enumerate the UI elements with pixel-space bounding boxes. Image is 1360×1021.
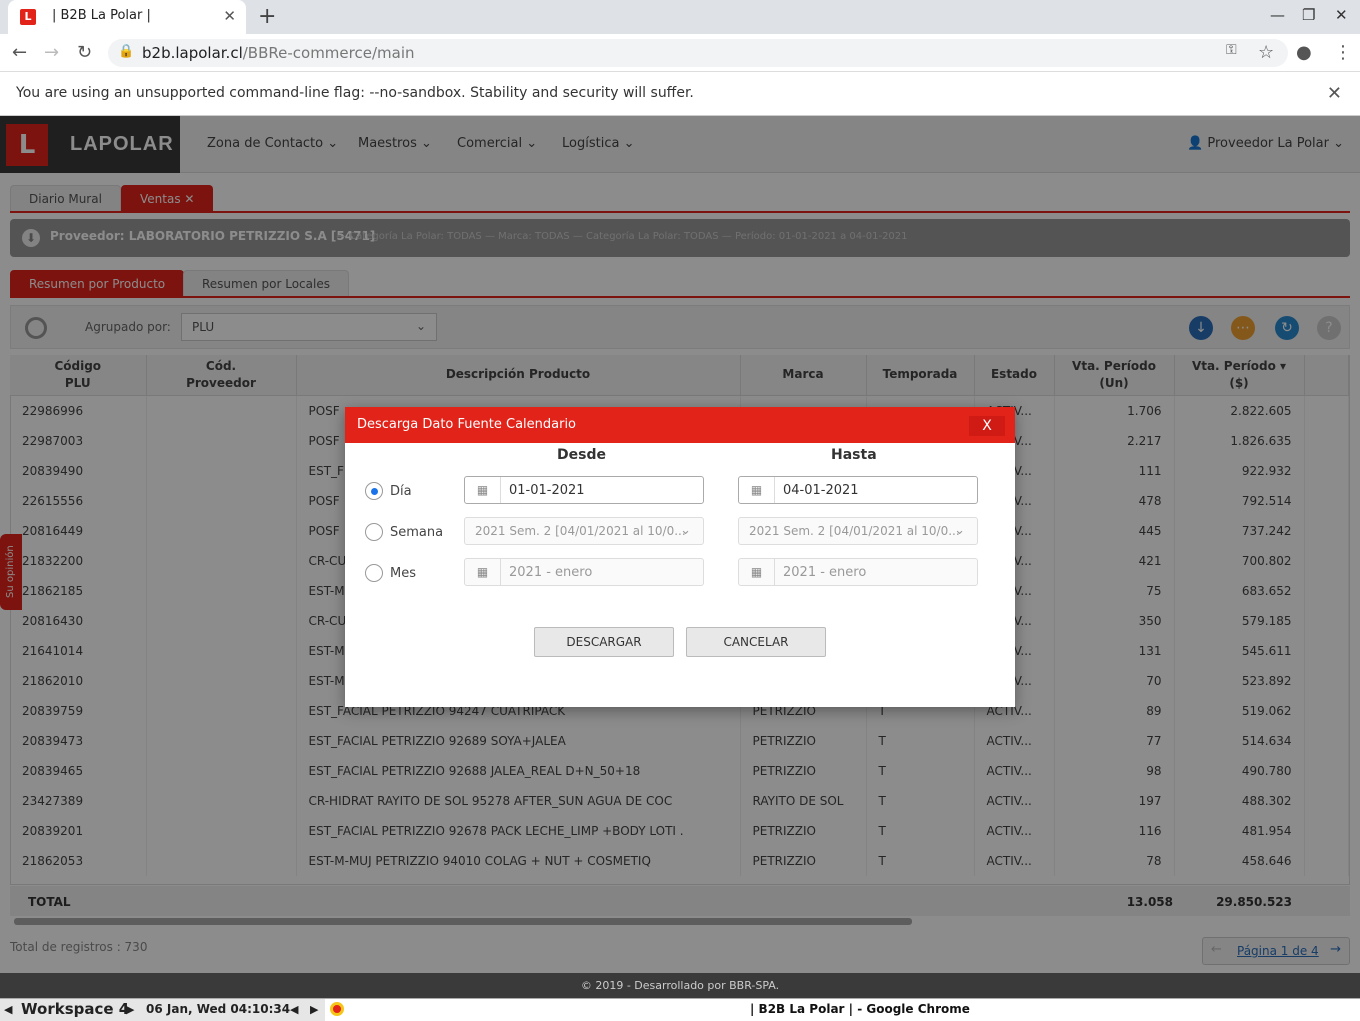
month-from-field[interactable]: ▦ 2021 - enero xyxy=(464,558,704,586)
omnibox[interactable]: 🔒 b2b.lapolar.cl/BBRe-commerce/main xyxy=(108,39,1288,67)
workspace-switcher[interactable]: ◀ Workspace 4 ▶ 06 Jan, Wed 04:10:34 ◀ ▶ xyxy=(0,999,325,1021)
calendar-icon[interactable]: ▦ xyxy=(465,559,501,585)
calendar-icon[interactable]: ▦ xyxy=(739,559,775,585)
clock: 06 Jan, Wed 04:10:34 xyxy=(146,1002,291,1016)
dialog-close-button[interactable]: X xyxy=(969,416,1005,436)
radio-mes[interactable] xyxy=(365,564,383,582)
hasta-heading: Hasta xyxy=(831,447,877,463)
restore-icon[interactable]: ❐ xyxy=(1302,6,1315,24)
tab-title: | B2B La Polar | xyxy=(52,8,151,23)
day-from-field[interactable]: ▦ 01-01-2021 xyxy=(464,476,704,504)
close-window-icon[interactable]: ✕ xyxy=(1335,6,1348,24)
profile-icon[interactable]: ● xyxy=(1296,42,1312,63)
close-infobar-icon[interactable]: ✕ xyxy=(1327,83,1342,104)
calendar-icon[interactable]: ▦ xyxy=(739,477,775,503)
radio-semana[interactable] xyxy=(365,523,383,541)
radio-semana-label: Semana xyxy=(390,525,444,540)
forward-icon[interactable]: → xyxy=(44,42,59,63)
next-window-icon[interactable]: ▶ xyxy=(310,1003,318,1016)
app-footer: © 2019 - Desarrollado por BBR-SPA. xyxy=(0,973,1360,998)
prev-workspace-icon[interactable]: ◀ xyxy=(4,1003,12,1016)
calendar-icon[interactable]: ▦ xyxy=(465,477,501,503)
lock-icon: 🔒 xyxy=(118,44,135,59)
minimize-icon[interactable]: — xyxy=(1270,6,1285,24)
menu-dots-icon[interactable]: ⋮ xyxy=(1334,42,1352,63)
next-workspace-icon[interactable]: ▶ xyxy=(126,1003,134,1016)
close-tab-icon[interactable]: ✕ xyxy=(223,7,236,25)
chevron-down-icon: ⌄ xyxy=(680,523,691,538)
url-host: b2b.lapolar.cl xyxy=(142,44,243,62)
week-from-select[interactable]: 2021 Sem. 2 [04/01/2021 al 10/0... ⌄ xyxy=(464,517,704,545)
download-dialog: Descarga Dato Fuente Calendario X Desde … xyxy=(345,407,1015,707)
lapolar-favicon: L xyxy=(20,9,36,25)
dialog-header: Descarga Dato Fuente Calendario X xyxy=(345,407,1015,443)
month-to-field[interactable]: ▦ 2021 - enero xyxy=(738,558,978,586)
dialog-title: Descarga Dato Fuente Calendario xyxy=(357,417,577,432)
radio-dia-label: Día xyxy=(390,484,412,499)
url-path: /BBRe-commerce/main xyxy=(242,44,415,62)
new-tab-icon[interactable]: + xyxy=(258,4,276,29)
active-window-title[interactable]: | B2B La Polar | - Google Chrome xyxy=(750,1002,970,1016)
desde-heading: Desde xyxy=(557,447,606,463)
browser-tab[interactable]: L | B2B La Polar | ✕ xyxy=(8,0,246,34)
radio-mes-label: Mes xyxy=(390,566,416,581)
week-to-select[interactable]: 2021 Sem. 2 [04/01/2021 al 10/0... ⌄ xyxy=(738,517,978,545)
cancel-button[interactable]: CANCELAR xyxy=(686,627,826,657)
workspace-label: Workspace 4 xyxy=(21,1000,130,1018)
download-button[interactable]: DESCARGAR xyxy=(534,627,674,657)
reload-icon[interactable]: ↻ xyxy=(77,42,92,63)
chevron-down-icon: ⌄ xyxy=(954,523,965,538)
bookmark-star-icon[interactable]: ☆ xyxy=(1258,42,1274,63)
prev-window-icon[interactable]: ◀ xyxy=(290,1003,298,1016)
chrome-icon xyxy=(330,1002,344,1016)
infobar: You are using an unsupported command-lin… xyxy=(0,72,1360,116)
radio-dia[interactable] xyxy=(365,482,383,500)
key-icon[interactable]: ⚿ xyxy=(1226,42,1237,58)
infobar-message: You are using an unsupported command-lin… xyxy=(16,85,694,101)
os-taskbar: ◀ Workspace 4 ▶ 06 Jan, Wed 04:10:34 ◀ ▶… xyxy=(0,998,1360,1021)
back-icon[interactable]: ← xyxy=(12,42,27,63)
day-to-field[interactable]: ▦ 04-01-2021 xyxy=(738,476,978,504)
